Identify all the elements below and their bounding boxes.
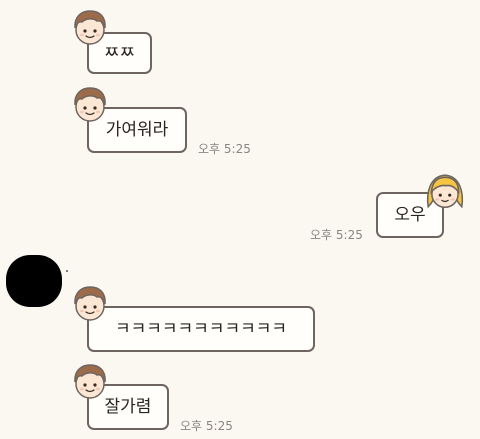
message-text: 오우 xyxy=(394,204,426,225)
boy-avatar-icon xyxy=(70,85,110,125)
message-bubble[interactable]: ㅋㅋㅋㅋㅋㅋㅋㅋㅋㅋㅋ xyxy=(87,306,315,352)
boy-avatar-icon xyxy=(70,284,110,324)
girl-avatar-icon xyxy=(424,171,466,213)
profile-photo-redacted[interactable] xyxy=(6,255,62,307)
message-text: 가여워라 xyxy=(105,119,169,140)
boy-avatar-icon xyxy=(70,8,110,48)
timestamp: 오후 5:25 xyxy=(198,142,251,156)
message-text: 잘가렴 xyxy=(104,396,152,417)
timestamp: 오후 5:25 xyxy=(310,228,363,242)
timestamp: 오후 5:25 xyxy=(180,419,233,433)
sender-name-placeholder xyxy=(66,270,68,272)
message-text: ㅋㅋㅋㅋㅋㅋㅋㅋㅋㅋㅋ xyxy=(114,318,288,339)
boy-avatar-icon xyxy=(70,362,110,402)
